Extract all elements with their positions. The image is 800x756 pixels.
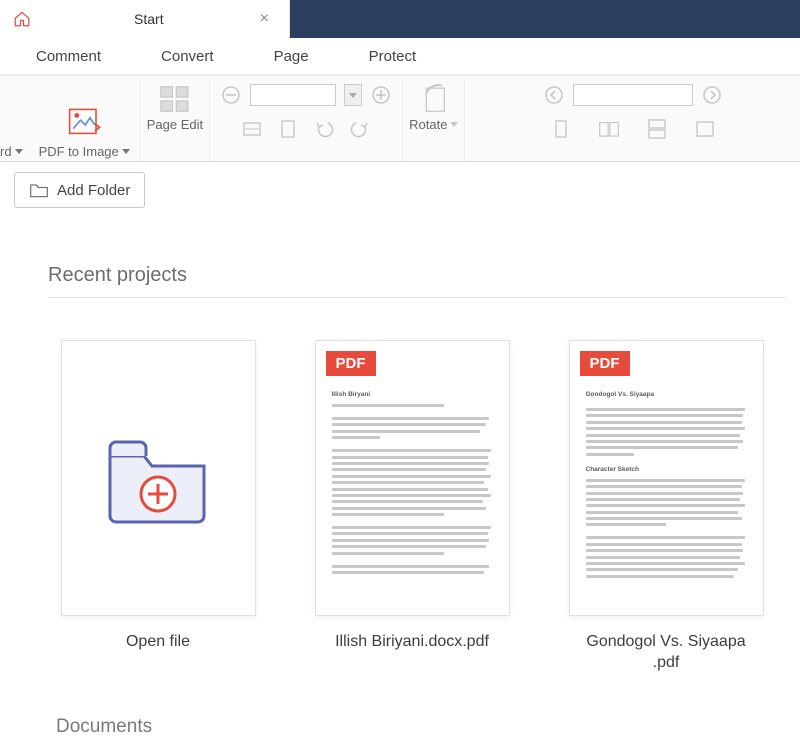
menu-convert[interactable]: Convert [161,48,214,65]
chevron-down-icon [450,122,458,127]
pdf-to-image-button[interactable]: PDF to Image [39,107,130,159]
rotate-left-icon[interactable] [313,118,335,140]
pdf-badge: PDF [326,351,376,376]
recent-projects-heading: Recent projects [48,264,786,298]
to-word-button[interactable]: rd [0,144,23,159]
next-page-button[interactable] [701,84,723,106]
two-page-icon[interactable] [598,118,620,140]
content: Add Folder Recent projects Open file PDF [0,162,800,756]
page-input[interactable] [573,84,693,106]
open-file-card[interactable] [61,340,256,616]
pdf-preview: Gondogol Vs. Siyaapa Character Sketch [586,391,747,601]
open-file-label: Open file [126,632,190,653]
menubar: Comment Convert Page Protect [0,38,800,76]
recent-projects-list: Open file PDF Illish Biryani [14,298,786,674]
pdf-preview: Illish Biryani [332,391,493,601]
single-page-icon[interactable] [550,118,572,140]
recent-file-2-label: Gondogol Vs. Siyaapa .pdf [586,632,745,674]
fit-page-icon[interactable] [277,118,299,140]
recent-file-1[interactable]: PDF Illish Biryani [315,340,510,616]
grid-icon [157,83,193,114]
rotate-page-icon [416,83,452,114]
recent-file-1-label: Illish Biriyani.docx.pdf [335,632,489,653]
zoom-input[interactable] [250,84,336,106]
zoom-out-button[interactable] [220,84,242,106]
close-icon[interactable]: × [254,10,275,28]
image-export-icon [66,107,102,138]
tab-start[interactable]: Start × [44,0,290,38]
continuous-scroll-icon[interactable] [646,118,668,140]
more-icon[interactable] [694,118,716,140]
recent-file-2[interactable]: PDF Gondogol Vs. Siyaapa Character Sketc… [569,340,764,616]
home-button[interactable] [0,0,44,38]
zoom-dropdown[interactable] [344,84,362,106]
titlebar: Start × [0,0,800,38]
open-folder-icon [98,428,218,528]
chevron-down-icon [122,149,130,154]
add-folder-button[interactable]: Add Folder [14,172,145,208]
menu-protect[interactable]: Protect [369,48,417,65]
rotate-group: Rotate [403,80,465,161]
page-edit-group: Page Edit [141,80,210,161]
menu-page[interactable]: Page [274,48,309,65]
pdf-badge: PDF [580,351,630,376]
menu-comment[interactable]: Comment [36,48,101,65]
fit-width-icon[interactable] [241,118,263,140]
ribbon: rd PDF to Image Page Edit [0,76,800,162]
zoom-in-button[interactable] [370,84,392,106]
rotate-right-icon[interactable] [349,118,371,140]
home-icon [13,10,31,28]
tab-title: Start [44,11,254,27]
chevron-down-icon [15,149,23,154]
prev-page-button[interactable] [543,84,565,106]
folder-icon [29,181,49,199]
documents-heading: Documents [56,716,786,738]
